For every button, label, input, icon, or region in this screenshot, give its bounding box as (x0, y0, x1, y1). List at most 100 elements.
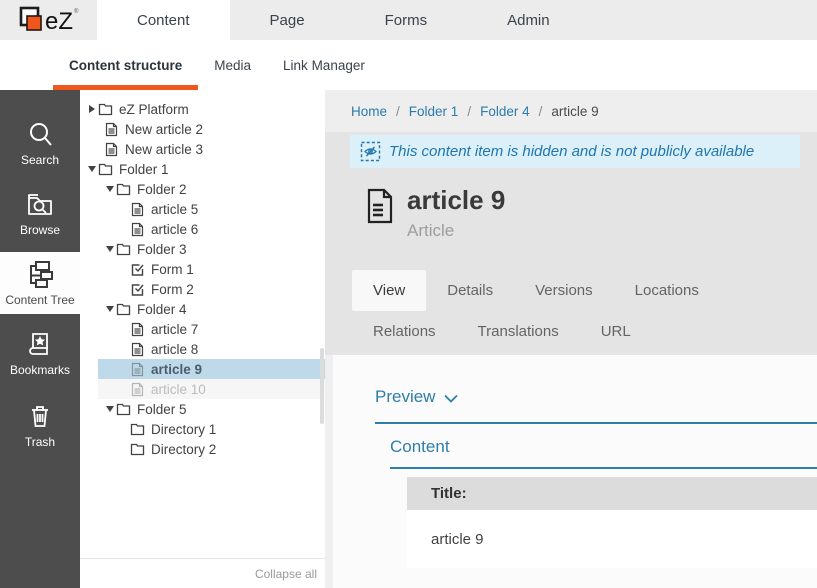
field-value: article 9 (407, 510, 817, 568)
tree-item[interactable]: Form 1 (80, 259, 325, 279)
chevron-down-icon (444, 394, 458, 403)
sidebar-item-content-tree[interactable]: Content Tree (0, 252, 80, 314)
tree-item-selected[interactable]: article 9 (80, 359, 325, 379)
folder-icon (98, 162, 113, 177)
caret-expanded-icon[interactable] (86, 166, 98, 172)
hidden-eye-icon (360, 141, 381, 162)
form-icon (130, 282, 145, 297)
content-tabs: View Details Versions Locations Relation… (352, 270, 817, 352)
browse-icon (25, 190, 55, 218)
folder-icon (116, 302, 131, 317)
tree-item[interactable]: eZ Platform (80, 99, 325, 119)
section-divider (390, 467, 817, 469)
article-icon (130, 222, 145, 237)
caret-expanded-icon[interactable] (104, 406, 116, 412)
breadcrumb-link-home[interactable]: Home (351, 104, 387, 119)
content-fields-table: Title: article 9 (407, 477, 817, 568)
tree-item[interactable]: Folder 3 (80, 239, 325, 259)
tree-item[interactable]: article 8 (80, 339, 325, 359)
tab-locations[interactable]: Locations (614, 270, 720, 311)
tab-relations[interactable]: Relations (352, 311, 457, 352)
content-title-block: article 9 Article (366, 185, 505, 241)
content-tree-panel: eZ Platform New article 2 New article 3 … (80, 90, 325, 588)
article-icon (130, 202, 145, 217)
tab-url[interactable]: URL (580, 311, 652, 352)
article-icon (104, 122, 119, 137)
sidebar-item-bookmarks[interactable]: Bookmarks (0, 322, 80, 384)
ez-logo[interactable]: eZ ® (0, 0, 97, 40)
folder-icon (116, 402, 131, 417)
left-sidebar: Search Browse Content Tree (0, 90, 80, 588)
search-icon (26, 120, 54, 148)
tab-details[interactable]: Details (426, 270, 514, 311)
tree-item[interactable]: article 5 (80, 199, 325, 219)
sidebar-item-search[interactable]: Search (0, 112, 80, 174)
tree-item[interactable]: Folder 2 (80, 179, 325, 199)
subtab-link-manager[interactable]: Link Manager (267, 40, 381, 90)
preview-section-toggle[interactable]: Preview (375, 387, 458, 407)
sidebar-item-label: Search (21, 153, 59, 167)
breadcrumb-separator: / (467, 104, 471, 119)
field-label: Title: (407, 477, 817, 510)
sidebar-item-browse[interactable]: Browse (0, 182, 80, 244)
ez-logo-icon: eZ ® (18, 4, 80, 36)
breadcrumb-link-folder1[interactable]: Folder 1 (409, 104, 459, 119)
article-icon (130, 342, 145, 357)
tree-item-hidden[interactable]: article 10 (80, 379, 325, 399)
sidebar-item-trash[interactable]: Trash (0, 394, 80, 456)
tab-content[interactable]: Content (97, 0, 230, 40)
sidebar-item-label: Trash (25, 435, 55, 449)
tree-scrollbar[interactable] (320, 348, 324, 424)
breadcrumb: Home / Folder 1 / Folder 4 / article 9 (325, 90, 817, 132)
caret-expanded-icon[interactable] (104, 306, 116, 312)
breadcrumb-link-folder4[interactable]: Folder 4 (480, 104, 530, 119)
content-type-label: Article (407, 221, 505, 241)
content-tree-icon (25, 260, 55, 288)
breadcrumb-separator: / (539, 104, 543, 119)
top-bar: eZ ® Content Page Forms Admin (0, 0, 817, 40)
tree-item[interactable]: Directory 1 (80, 419, 325, 439)
content-tree: eZ Platform New article 2 New article 3 … (80, 99, 325, 459)
svg-text:eZ: eZ (45, 8, 73, 35)
tab-translations[interactable]: Translations (457, 311, 580, 352)
sidebar-item-label: Bookmarks (10, 363, 70, 377)
tree-item[interactable]: Directory 2 (80, 439, 325, 459)
svg-text:®: ® (74, 8, 79, 15)
subtab-content-structure[interactable]: Content structure (53, 40, 198, 90)
tree-footer: Collapse all (80, 558, 325, 588)
collapse-all-button[interactable]: Collapse all (255, 567, 317, 581)
tab-admin[interactable]: Admin (467, 0, 590, 40)
tab-view[interactable]: View (352, 270, 426, 311)
section-divider (375, 422, 817, 424)
breadcrumb-current: article 9 (551, 104, 598, 119)
article-icon (130, 362, 145, 377)
folder-icon (130, 422, 145, 437)
tree-item[interactable]: article 7 (80, 319, 325, 339)
tab-page[interactable]: Page (230, 0, 345, 40)
tree-item[interactable]: New article 3 (80, 139, 325, 159)
tree-item[interactable]: Folder 1 (80, 159, 325, 179)
sidebar-item-label: Content Tree (5, 293, 74, 307)
hidden-content-alert: This content item is hidden and is not p… (350, 135, 800, 168)
folder-icon (130, 442, 145, 457)
tree-item[interactable]: Folder 5 (80, 399, 325, 419)
tab-versions[interactable]: Versions (514, 270, 614, 311)
caret-expanded-icon[interactable] (104, 186, 116, 192)
content-section-heading: Content (390, 437, 450, 457)
tree-item[interactable]: article 6 (80, 219, 325, 239)
tree-item[interactable]: Form 2 (80, 279, 325, 299)
tree-item[interactable]: Folder 4 (80, 299, 325, 319)
alert-text: This content item is hidden and is not p… (389, 143, 754, 160)
form-icon (130, 262, 145, 277)
tab-forms[interactable]: Forms (345, 0, 468, 40)
tree-item[interactable]: New article 2 (80, 119, 325, 139)
breadcrumb-separator: / (396, 104, 400, 119)
sidebar-item-label: Browse (20, 223, 60, 237)
subtab-media[interactable]: Media (198, 40, 267, 90)
sub-navigation: Content structure Media Link Manager (0, 40, 817, 90)
main-content: Home / Folder 1 / Folder 4 / article 9 T… (325, 90, 817, 588)
caret-expanded-icon[interactable] (104, 246, 116, 252)
view-tab-body: Preview Content Title: article 9 (325, 355, 817, 588)
bookmarks-icon (26, 330, 54, 358)
caret-collapsed-icon[interactable] (86, 105, 98, 113)
